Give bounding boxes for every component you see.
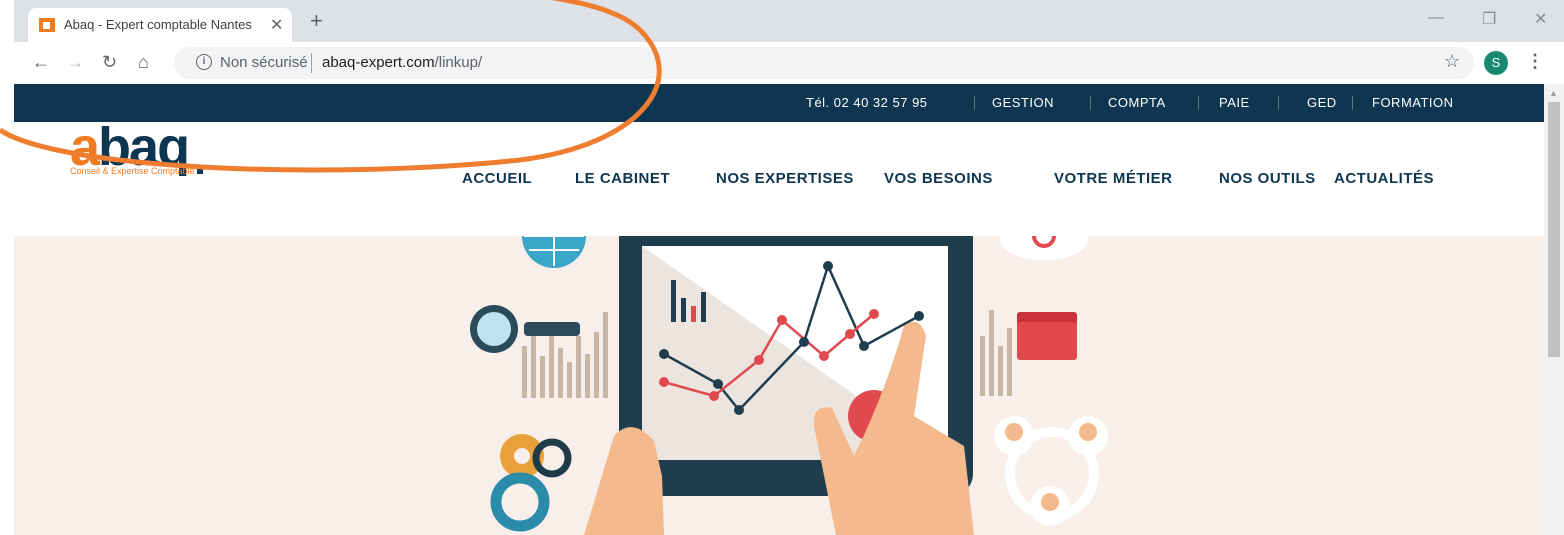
annotation-ellipse xyxy=(0,0,662,173)
